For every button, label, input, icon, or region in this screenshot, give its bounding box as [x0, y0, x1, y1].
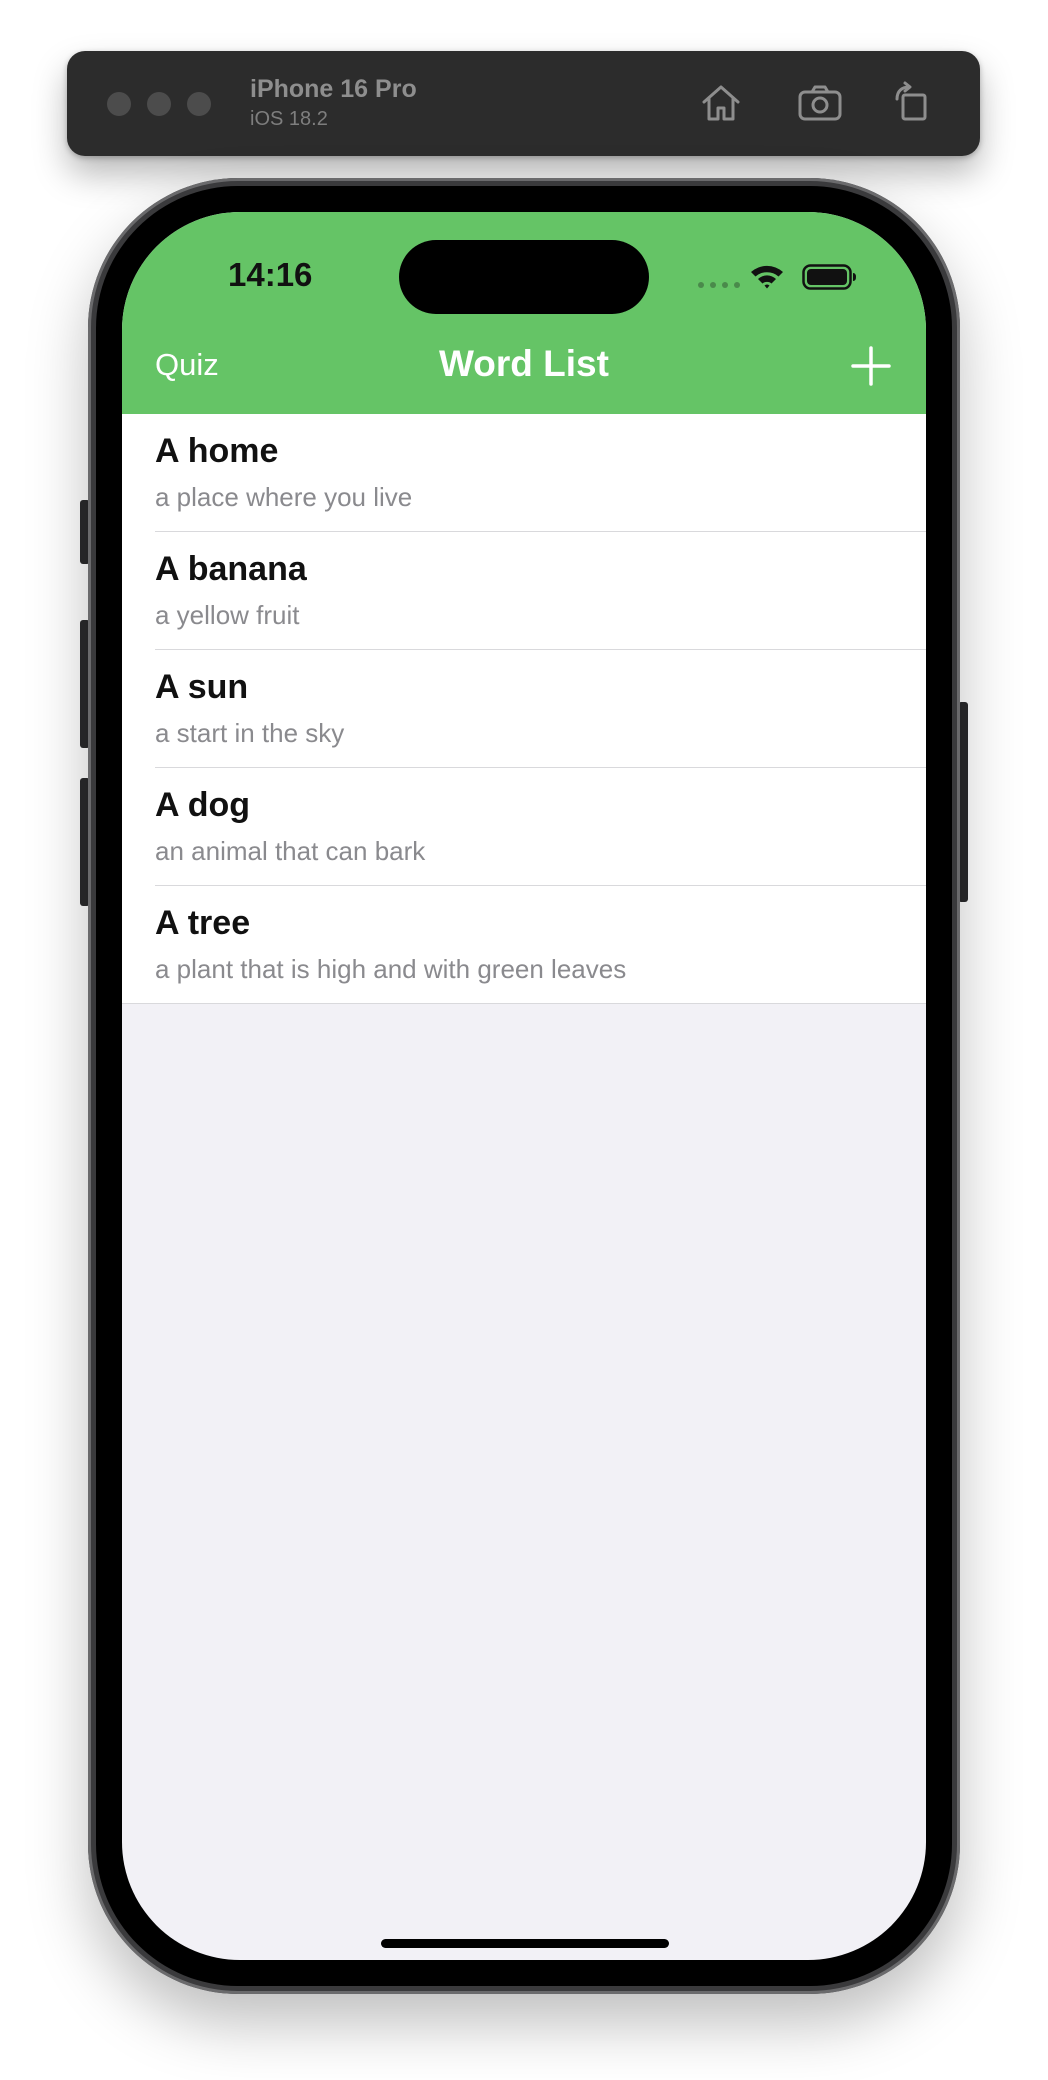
device-name: iPhone 16 Pro [250, 75, 417, 103]
word-list: A home a place where you live A banana a… [122, 414, 926, 1004]
word-definition: a plant that is high and with green leav… [155, 954, 627, 984]
nav-title: Word List [439, 343, 609, 384]
word-definition: a yellow fruit [155, 600, 300, 630]
list-item[interactable]: A sun a start in the sky [122, 650, 926, 768]
row-separator [122, 1003, 926, 1004]
status-time: 14:16 [228, 256, 313, 293]
dynamic-island [399, 240, 649, 314]
simulator-toolbar: iPhone 16 Pro iOS 18.2 [67, 51, 980, 156]
word-definition: an animal that can bark [155, 836, 426, 866]
device-os-version: iOS 18.2 [250, 108, 328, 130]
word-title: A sun [155, 668, 249, 706]
home-icon[interactable] [697, 79, 745, 127]
word-title: A dog [155, 786, 251, 824]
minimize-window-dot[interactable] [147, 92, 171, 116]
screenshot-icon[interactable] [796, 79, 844, 127]
phone-screen: 14:16 Quiz Word List A home a place wher… [122, 212, 926, 1960]
battery-icon [802, 264, 856, 290]
plus-icon[interactable] [849, 344, 893, 388]
list-item[interactable]: A dog an animal that can bark [122, 768, 926, 886]
word-title: A home [155, 432, 279, 470]
cellular-signal-icon [698, 282, 740, 288]
list-item[interactable]: A tree a plant that is high and with gre… [122, 886, 926, 1004]
word-definition: a start in the sky [155, 718, 345, 748]
word-title: A tree [155, 904, 251, 942]
list-item[interactable]: A home a place where you live [122, 414, 926, 532]
word-title: A banana [155, 550, 307, 588]
wifi-icon [751, 265, 783, 289]
list-item[interactable]: A banana a yellow fruit [122, 532, 926, 650]
navigation-bar: 14:16 Quiz Word List [122, 212, 926, 414]
rotate-icon[interactable] [889, 79, 937, 127]
word-definition: a place where you live [155, 482, 413, 512]
zoom-window-dot[interactable] [187, 92, 211, 116]
home-indicator[interactable] [381, 1939, 669, 1948]
close-window-dot[interactable] [107, 92, 131, 116]
